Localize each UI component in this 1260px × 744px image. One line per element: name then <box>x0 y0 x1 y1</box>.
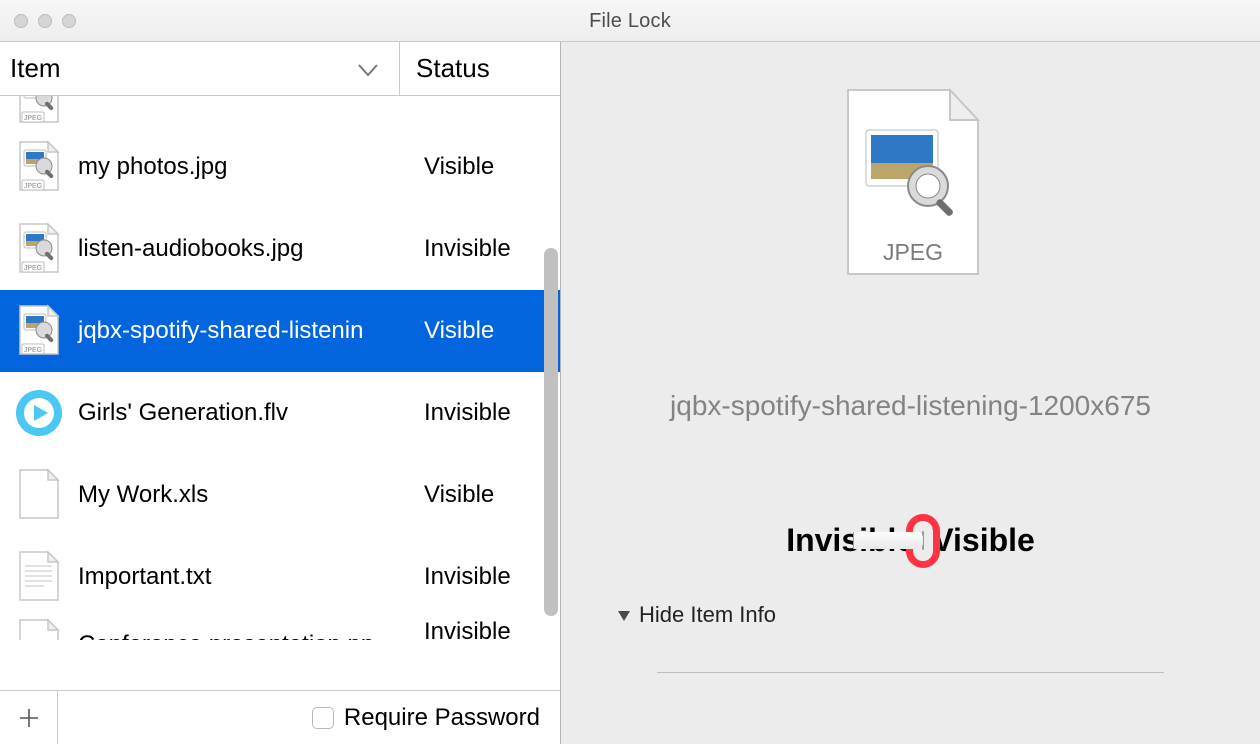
visibility-toggle[interactable] <box>922 531 924 550</box>
hide-item-info-label: Hide Item Info <box>639 602 776 628</box>
file-name: jqbx-spotify-shared-listenin <box>78 317 363 345</box>
file-name: Conference presentation.pp <box>78 631 374 640</box>
video-file-icon <box>14 386 64 440</box>
minimize-window-button[interactable] <box>38 14 52 28</box>
column-header-item-label: Item <box>10 53 61 84</box>
file-list: my photos.jpg Visible listen-audiobooks.… <box>0 96 560 690</box>
add-file-button[interactable] <box>0 691 58 744</box>
table-row[interactable]: Conference presentation.pp Invisible <box>0 618 560 640</box>
hide-item-info-toggle[interactable]: Hide Item Info <box>617 602 776 628</box>
checkbox-icon <box>312 707 334 729</box>
toggle-knob <box>922 532 923 549</box>
jpeg-file-icon <box>14 304 64 358</box>
disclosure-triangle-icon <box>617 602 631 628</box>
file-status: Visible <box>400 153 560 181</box>
table-header: Item Status <box>0 42 560 96</box>
table-row[interactable]: listen-audiobooks.jpg Invisible <box>0 208 560 290</box>
divider <box>657 672 1164 673</box>
file-preview-icon: JPEG <box>828 84 994 280</box>
plus-icon <box>18 707 40 729</box>
jpeg-file-icon <box>14 222 64 276</box>
file-name: My Work.xls <box>78 481 208 509</box>
visible-label: Visible <box>932 522 1035 559</box>
file-name: listen-audiobooks.jpg <box>78 235 303 263</box>
file-status: Visible <box>400 317 560 345</box>
require-password-label: Require Password <box>344 704 540 732</box>
generic-file-icon <box>14 468 64 522</box>
sort-chevron-icon <box>357 53 379 84</box>
table-row[interactable]: jqbx-spotify-shared-listenin Visible <box>0 290 560 372</box>
detail-filename: jqbx-spotify-shared-listening-1200x675 <box>561 390 1260 422</box>
file-status: Visible <box>400 481 560 509</box>
file-name: Important.txt <box>78 563 211 591</box>
file-name: my photos.jpg <box>78 153 227 181</box>
file-list-panel: Item Status my photos.j <box>0 42 561 744</box>
window-controls <box>14 14 76 28</box>
jpeg-file-icon <box>14 140 64 194</box>
file-status: Invisible <box>400 618 560 640</box>
table-row[interactable]: my photos.jpg Visible <box>0 126 560 208</box>
file-status: Invisible <box>400 563 560 591</box>
svg-text:JPEG: JPEG <box>882 239 942 265</box>
file-status: Invisible <box>400 399 560 427</box>
detail-panel: JPEG jqbx-spotify-shared-listening-1200x… <box>561 42 1260 744</box>
zoom-window-button[interactable] <box>62 14 76 28</box>
jpeg-file-icon <box>14 96 64 126</box>
column-header-status[interactable]: Status <box>400 53 560 84</box>
table-row[interactable]: Girls' Generation.flv Invisible <box>0 372 560 454</box>
text-file-icon <box>14 550 64 604</box>
file-status: Invisible <box>400 235 560 263</box>
table-row[interactable]: My Work.xls Visible <box>0 454 560 536</box>
column-header-status-label: Status <box>416 53 490 83</box>
table-row[interactable]: Important.txt Invisible <box>0 536 560 618</box>
window-titlebar: File Lock <box>0 0 1260 42</box>
scrollbar[interactable] <box>544 248 558 616</box>
generic-file-icon <box>14 618 64 640</box>
window-title: File Lock <box>589 10 671 32</box>
close-window-button[interactable] <box>14 14 28 28</box>
bottom-toolbar: Require Password <box>0 690 560 744</box>
require-password-checkbox[interactable]: Require Password <box>312 704 540 732</box>
table-row[interactable] <box>0 96 560 126</box>
column-header-item[interactable]: Item <box>0 42 400 95</box>
file-name: Girls' Generation.flv <box>78 399 288 427</box>
